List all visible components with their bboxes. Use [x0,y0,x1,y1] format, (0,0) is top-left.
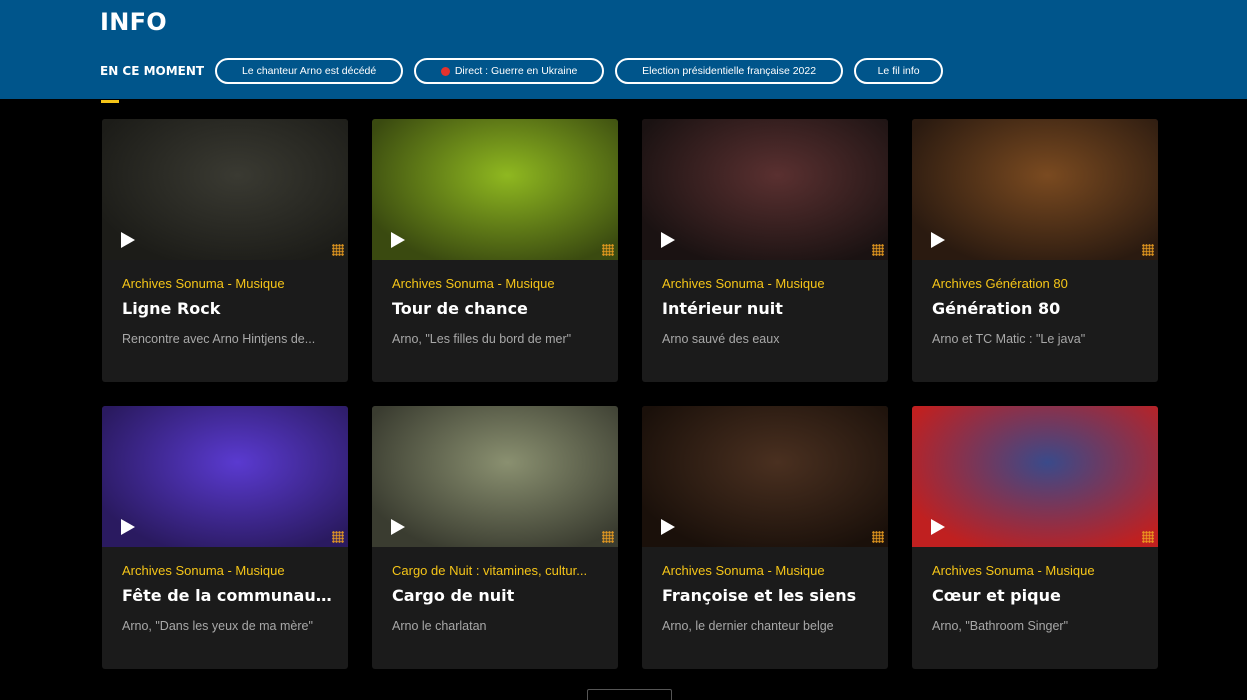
section-underline [101,100,119,103]
sonuma-logo-icon [1142,244,1154,256]
topic-pill-fil-info[interactable]: Le fil info [854,58,944,84]
topic-pill-label: Election présidentielle française 2022 [642,65,817,77]
video-card[interactable]: Archives Sonuma - Musique Cœur et pique Ar… [912,406,1158,669]
trending-topics: EN CE MOMENT Le chanteur Arno est décédé… [100,58,954,84]
video-card[interactable]: Archives Sonuma - Musique Fête de la comm… [102,406,348,669]
sonuma-logo-icon [602,531,614,543]
topic-pill-label: Le fil info [877,65,920,77]
top-header: INFO EN CE MOMENT Le chanteur Arno est d… [0,0,1247,99]
sonuma-logo-icon [1142,531,1154,543]
card-category[interactable]: Archives Sonuma - Musique [122,563,332,578]
card-title[interactable]: Françoise et les siens [662,586,872,605]
sonuma-logo-icon [872,244,884,256]
video-thumbnail[interactable] [912,406,1158,547]
video-thumbnail[interactable] [372,406,618,547]
video-thumbnail[interactable] [372,119,618,260]
video-card[interactable]: Archives Sonuma - Musique Intérieur nuit A… [642,119,888,382]
card-description: Arno et TC Matic : "Le java" [932,332,1086,346]
video-thumbnail[interactable] [102,406,348,547]
play-icon[interactable] [661,232,675,248]
topic-pill-election[interactable]: Election présidentielle française 2022 [615,58,844,84]
card-title[interactable]: Ligne Rock [122,299,332,318]
card-category[interactable]: Archives Sonuma - Musique [122,276,332,291]
topic-pill-label: Le chanteur Arno est décédé [241,65,377,77]
play-icon[interactable] [931,519,945,535]
card-description: Rencontre avec Arno Hintjens de... [122,332,316,346]
play-icon[interactable] [121,232,135,248]
play-icon[interactable] [391,519,405,535]
card-title[interactable]: Intérieur nuit [662,299,872,318]
card-description: Arno, "Dans les yeux de ma mère" [122,619,313,633]
card-title[interactable]: Génération 80 [932,299,1142,318]
sonuma-logo-icon [602,244,614,256]
card-category[interactable]: Cargo de Nuit : vitamines, cultur... [392,563,602,578]
topic-pill-label: Direct : Guerre en Ukraine [454,65,578,77]
card-category[interactable]: Archives Sonuma - Musique [662,563,872,578]
card-category[interactable]: Archives Sonuma - Musique [932,563,1142,578]
sonuma-logo-icon [332,244,344,256]
sonuma-logo-icon [872,531,884,543]
card-description: Arno le charlatan [392,619,487,633]
trending-label: EN CE MOMENT [100,64,205,78]
card-category[interactable]: Archives Génération 80 [932,276,1142,291]
topic-pill-arno[interactable]: Le chanteur Arno est décédé [215,58,404,84]
play-icon[interactable] [121,519,135,535]
play-icon[interactable] [931,232,945,248]
video-card[interactable]: Archives Sonuma - Musique Ligne Rock Renco… [102,119,348,382]
video-card[interactable]: Archives Génération 80 Génération 80 Arno … [912,119,1158,382]
card-description: Arno sauvé des eaux [662,332,780,346]
card-title[interactable]: Tour de chance [392,299,602,318]
video-thumbnail[interactable] [102,119,348,260]
video-thumbnail[interactable] [642,119,888,260]
video-card[interactable]: Archives Sonuma - Musique Françoise et le… [642,406,888,669]
play-icon[interactable] [661,519,675,535]
card-category[interactable]: Archives Sonuma - Musique [392,276,602,291]
video-thumbnail[interactable] [642,406,888,547]
section-title[interactable]: INFO [100,8,167,36]
card-category[interactable]: Archives Sonuma - Musique [662,276,872,291]
card-title[interactable]: Cœur et pique [932,586,1142,605]
video-card[interactable]: Archives Sonuma - Musique Tour de chance A… [372,119,618,382]
more-button[interactable]: Plus [587,689,672,700]
video-card[interactable]: Cargo de Nuit : vitamines, cultur... Carg… [372,406,618,669]
card-description: Arno, "Les filles du bord de mer" [392,332,572,346]
topic-pill-ukraine-live[interactable]: Direct : Guerre en Ukraine [414,58,605,84]
card-description: Arno, "Bathroom Singer" [932,619,1069,633]
card-title[interactable]: Cargo de nuit [392,586,602,605]
play-icon[interactable] [391,232,405,248]
sonuma-logo-icon [332,531,344,543]
card-description: Arno, le dernier chanteur belge [662,619,834,633]
card-title[interactable]: Fête de la communaut... [122,586,332,605]
video-thumbnail[interactable] [912,119,1158,260]
live-dot-icon [440,66,450,76]
